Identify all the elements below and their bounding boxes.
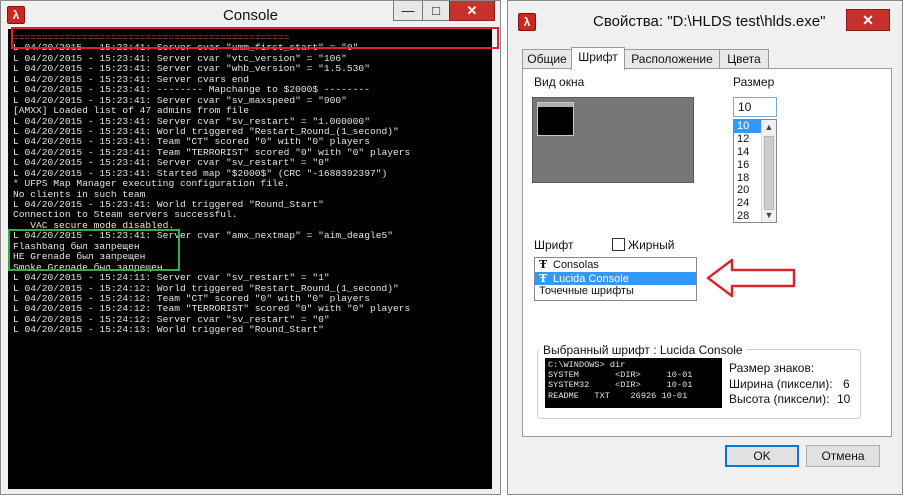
window-preview bbox=[532, 97, 694, 183]
width-value: 6 bbox=[843, 377, 850, 391]
sample-line: SYSTEM32 <DIR> 10-01 bbox=[548, 380, 693, 391]
font-list[interactable]: Ŧ Consolas Ŧ Lucida Console Точечные шрифты bbox=[534, 257, 697, 301]
sample-line: README TXT 26926 10-01 bbox=[548, 390, 688, 401]
bold-checkbox[interactable] bbox=[612, 238, 625, 251]
tab-colors[interactable]: Цвета bbox=[719, 49, 769, 69]
sample-line: SYSTEM <DIR> 10-01 bbox=[548, 370, 693, 381]
height-value: 10 bbox=[837, 392, 851, 406]
scroll-down-icon[interactable]: ▼ bbox=[762, 208, 776, 222]
console-log: ========================================… bbox=[13, 32, 410, 336]
scroll-up-icon[interactable]: ▲ bbox=[762, 120, 776, 134]
font-list-item[interactable]: Ŧ Consolas bbox=[535, 258, 696, 272]
font-name: Точечные шрифты bbox=[539, 285, 634, 297]
height-label: Высота (пиксели): bbox=[729, 392, 830, 406]
ok-button[interactable]: OK bbox=[725, 445, 799, 467]
dialog-title: Свойства: "D:\HLDS test\hlds.exe" bbox=[593, 13, 826, 30]
properties-dialog: λ Свойства: "D:\HLDS test\hlds.exe" ✕ Об… bbox=[507, 0, 903, 495]
font-name: Consolas bbox=[553, 259, 599, 271]
maximize-button[interactable]: □ bbox=[422, 1, 450, 21]
red-highlight-box bbox=[11, 27, 499, 49]
console-line: L 04/20/2015 - 15:24:11: Server cvar "sv… bbox=[13, 272, 330, 284]
font-sample-preview: C:\WINDOWS> dir SYSTEM <DIR> 10-01 SYSTEM3… bbox=[545, 358, 722, 408]
console-line: [AMXX] Loaded list of 47 admins from fil… bbox=[13, 105, 250, 117]
size-list-scrollbar[interactable]: ▲ ▼ bbox=[761, 120, 776, 222]
window-preview-label: Вид окна bbox=[534, 75, 585, 89]
scroll-thumb[interactable] bbox=[764, 136, 774, 210]
width-label: Ширина (пиксели): bbox=[729, 377, 833, 391]
tab-font[interactable]: Шрифт bbox=[571, 47, 625, 70]
tab-layout[interactable]: Расположение bbox=[624, 49, 720, 69]
selected-font-label: Выбранный шрифт : Lucida Console bbox=[540, 343, 746, 357]
truetype-font-icon: Ŧ bbox=[539, 258, 548, 271]
size-input[interactable]: 10 bbox=[733, 97, 777, 117]
sample-line: C:\WINDOWS> dir bbox=[548, 360, 626, 370]
font-list-item[interactable]: Точечные шрифты bbox=[535, 285, 696, 299]
console-window: λ Console — □ ✕ ========================… bbox=[0, 0, 501, 495]
minimize-button[interactable]: — bbox=[393, 1, 423, 21]
font-list-item[interactable]: Ŧ Lucida Console bbox=[535, 271, 696, 285]
font-name: Lucida Console bbox=[553, 272, 629, 285]
console-line: * UFPS Map Manager executing configurati… bbox=[13, 178, 290, 190]
char-size-label: Размер знаков: bbox=[729, 361, 815, 375]
green-highlight-box bbox=[8, 229, 180, 271]
dialog-close-button[interactable]: ✕ bbox=[846, 9, 890, 31]
dialog-title-bar[interactable]: λ Свойства: "D:\HLDS test\hlds.exe" ✕ bbox=[508, 1, 902, 41]
font-label: Шрифт bbox=[534, 238, 574, 252]
tab-general[interactable]: Общие bbox=[522, 49, 572, 69]
half-life-icon: λ bbox=[518, 13, 536, 31]
console-line: L 04/20/2015 - 15:24:13: World triggered… bbox=[13, 324, 324, 336]
console-title-bar[interactable]: λ Console — □ ✕ bbox=[1, 1, 500, 29]
size-label: Размер bbox=[733, 75, 775, 89]
truetype-font-icon: Ŧ bbox=[539, 271, 548, 285]
bold-label: Жирный bbox=[628, 238, 675, 252]
red-arrow-icon bbox=[706, 258, 796, 298]
mini-console-preview bbox=[537, 102, 574, 136]
size-list[interactable]: 10 12 14 16 18 20 24 28 ▲ ▼ bbox=[733, 119, 777, 223]
cancel-button[interactable]: Отмена bbox=[806, 445, 880, 467]
close-button[interactable]: ✕ bbox=[449, 1, 495, 21]
